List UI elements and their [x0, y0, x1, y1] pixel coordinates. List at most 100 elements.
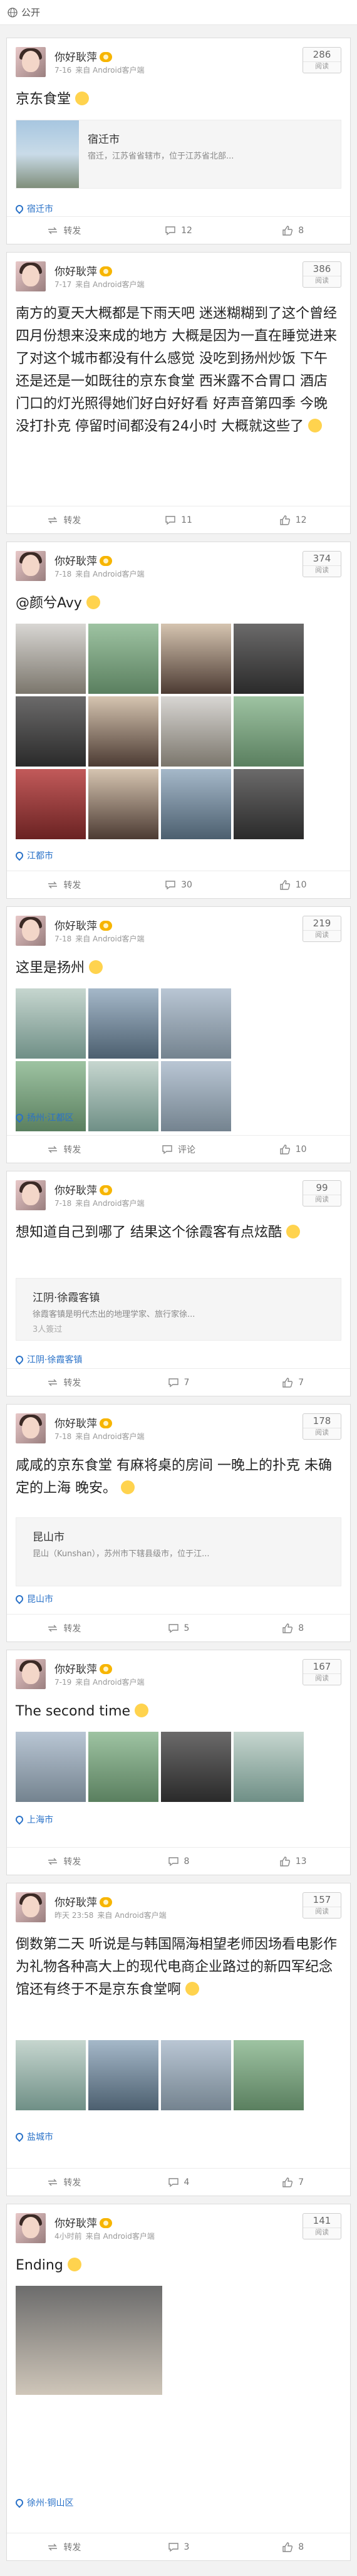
repost-button[interactable]: 转发: [7, 1369, 122, 1396]
post-text: The second time: [16, 1700, 338, 1723]
avatar[interactable]: [16, 47, 46, 77]
avatar[interactable]: [16, 2213, 46, 2243]
comment-button[interactable]: 4: [122, 2169, 236, 2196]
photo-thumbnail[interactable]: [16, 988, 86, 1059]
avatar[interactable]: [16, 1892, 46, 1922]
photo-thumbnail[interactable]: [234, 624, 304, 694]
user-name[interactable]: 你好耿萍: [54, 552, 112, 568]
comment-button[interactable]: 11: [122, 506, 236, 533]
comment-button[interactable]: 7: [122, 1369, 236, 1396]
like-button[interactable]: 8: [235, 217, 350, 244]
photo-thumbnail[interactable]: [234, 769, 304, 839]
photo-thumbnail[interactable]: [88, 1061, 158, 1131]
photo-thumbnail[interactable]: [88, 988, 158, 1059]
photo-thumbnail[interactable]: [16, 2040, 86, 2110]
location-tag[interactable]: 江阴·徐霞客镇: [14, 1353, 82, 1366]
post-card[interactable]: 你好耿萍 7-18 来自 Android客户端 219 阅读 这里是扬州 扬州·江都区 转发…: [6, 906, 351, 1163]
user-name[interactable]: 你好耿萍: [54, 1893, 112, 1909]
post-header: 你好耿萍 昨天 23:58 来自 Android客户端 157 阅读: [16, 1892, 341, 1924]
comment-button[interactable]: 30: [122, 871, 236, 898]
like-button[interactable]: 7: [235, 2169, 350, 2196]
repost-button[interactable]: 转发: [7, 871, 122, 898]
like-button[interactable]: 13: [235, 1848, 350, 1875]
like-button[interactable]: 10: [235, 871, 350, 898]
photo-thumbnail[interactable]: [88, 696, 158, 767]
like-button[interactable]: 8: [235, 2533, 350, 2560]
comment-button[interactable]: 12: [122, 217, 236, 244]
emoji-icon: [308, 419, 322, 432]
photo-thumbnail[interactable]: [88, 2040, 158, 2110]
post-card[interactable]: 你好耿萍 昨天 23:58 来自 Android客户端 157 阅读 倒数第二天 听说是与…: [6, 1883, 351, 2196]
photo-thumbnail[interactable]: [161, 769, 231, 839]
location-tag[interactable]: 宿迁市: [14, 202, 53, 215]
post-card[interactable]: 你好耿萍 7-17 来自 Android客户端 386 阅读 南方的夏天大概都是下雨天吧 …: [6, 252, 351, 534]
like-button[interactable]: 10: [235, 1136, 350, 1163]
user-name[interactable]: 你好耿萍: [54, 2214, 112, 2230]
photo-thumbnail[interactable]: [234, 1732, 304, 1802]
post-card[interactable]: 你好耿萍 7-18 来自 Android客户端 178 阅读 咸咸的京东食堂 有麻将桌的房…: [6, 1404, 351, 1642]
location-card[interactable]: 昆山市 昆山（Kunshan），苏州市下辖县级市，位于江...: [16, 1517, 341, 1586]
post-card[interactable]: 你好耿萍 7-19 来自 Android客户端 167 阅读 The second tim…: [6, 1650, 351, 1875]
photo-thumbnail[interactable]: [88, 769, 158, 839]
repost-button[interactable]: 转发: [7, 1615, 122, 1641]
location-checkins: 3人簽过: [33, 1325, 63, 1334]
location-card[interactable]: 宿迁市 宿迁，江苏省省辖市，位于江苏省北部...: [16, 120, 341, 189]
photo-thumbnail[interactable]: [161, 988, 231, 1059]
post-card[interactable]: 你好耿萍 4小时前 来自 Android客户端 141 阅读 Ending 徐州·铜山区转…: [6, 2204, 351, 2561]
repost-button[interactable]: 转发: [7, 1848, 122, 1875]
photo-thumbnail[interactable]: [161, 696, 231, 767]
photo-thumbnail[interactable]: [234, 696, 304, 767]
photo-thumbnail[interactable]: [161, 624, 231, 694]
location-tag[interactable]: 扬州·江都区: [14, 1111, 73, 1124]
location-tag[interactable]: 江都市: [14, 849, 53, 862]
comment-button[interactable]: 5: [122, 1615, 236, 1641]
photo-thumbnail[interactable]: [88, 624, 158, 694]
avatar[interactable]: [16, 261, 46, 291]
user-name[interactable]: 你好耿萍: [54, 1181, 112, 1197]
repost-button[interactable]: 转发: [7, 1136, 122, 1163]
repost-button[interactable]: 转发: [7, 2169, 122, 2196]
comment-button[interactable]: 8: [122, 1848, 236, 1875]
repost-label: 转发: [63, 515, 81, 526]
user-name[interactable]: 你好耿萍: [54, 1660, 112, 1676]
avatar[interactable]: [16, 551, 46, 581]
like-button[interactable]: 8: [235, 1615, 350, 1641]
repost-button[interactable]: 转发: [7, 506, 122, 533]
comment-button[interactable]: 评论: [122, 1136, 236, 1163]
photo-thumbnail[interactable]: [161, 2040, 231, 2110]
location-tag[interactable]: 徐州·铜山区: [14, 2496, 73, 2509]
photo-thumbnail[interactable]: [161, 1061, 231, 1131]
photo-thumbnail[interactable]: [16, 769, 86, 839]
location-tag[interactable]: 盐城市: [14, 2130, 53, 2143]
location-tag[interactable]: 上海市: [14, 1813, 53, 1826]
comment-button[interactable]: 3: [122, 2533, 236, 2560]
like-count: 8: [298, 1623, 304, 1633]
photo-thumbnail[interactable]: [16, 1732, 86, 1802]
repost-button[interactable]: 转发: [7, 2533, 122, 2560]
photo-thumbnail[interactable]: [16, 2286, 162, 2395]
user-name[interactable]: 你好耿萍: [54, 263, 112, 278]
user-name[interactable]: 你好耿萍: [54, 48, 112, 64]
avatar[interactable]: [16, 916, 46, 946]
read-count: 286: [313, 49, 331, 60]
photo-thumbnail[interactable]: [16, 624, 86, 694]
post-card[interactable]: 你好耿萍 7-18 来自 Android客户端 99 阅读 想知道自己到哪了 结果这个徐霞…: [6, 1171, 351, 1396]
location-tag[interactable]: 昆山市: [14, 1593, 53, 1605]
photo-thumbnail[interactable]: [88, 1732, 158, 1802]
like-button[interactable]: 7: [235, 1369, 350, 1396]
post-card[interactable]: 你好耿萍 7-16 来自 Android客户端 286 阅读 京东食堂 宿迁市 宿迁，江苏省…: [6, 38, 351, 244]
photo-thumbnail[interactable]: [161, 1732, 231, 1802]
location-card[interactable]: 江阴·徐霞客镇 徐霞客镇是明代杰出的地理学家、旅行家徐... 3人簽过: [16, 1278, 341, 1341]
photo-thumbnail[interactable]: [234, 2040, 304, 2110]
comment-count: 5: [184, 1623, 190, 1633]
photo-thumbnail[interactable]: [16, 696, 86, 767]
avatar[interactable]: [16, 1180, 46, 1210]
avatar[interactable]: [16, 1413, 46, 1443]
post-card[interactable]: 你好耿萍 7-18 来自 Android客户端 374 阅读 @颜兮Avy 江都市 转发 30…: [6, 542, 351, 899]
user-name[interactable]: 你好耿萍: [54, 917, 112, 933]
user-name[interactable]: 你好耿萍: [54, 1415, 112, 1430]
visibility-header[interactable]: 公开: [0, 0, 357, 25]
avatar[interactable]: [16, 1659, 46, 1689]
like-button[interactable]: 12: [235, 506, 350, 533]
repost-button[interactable]: 转发: [7, 217, 122, 244]
